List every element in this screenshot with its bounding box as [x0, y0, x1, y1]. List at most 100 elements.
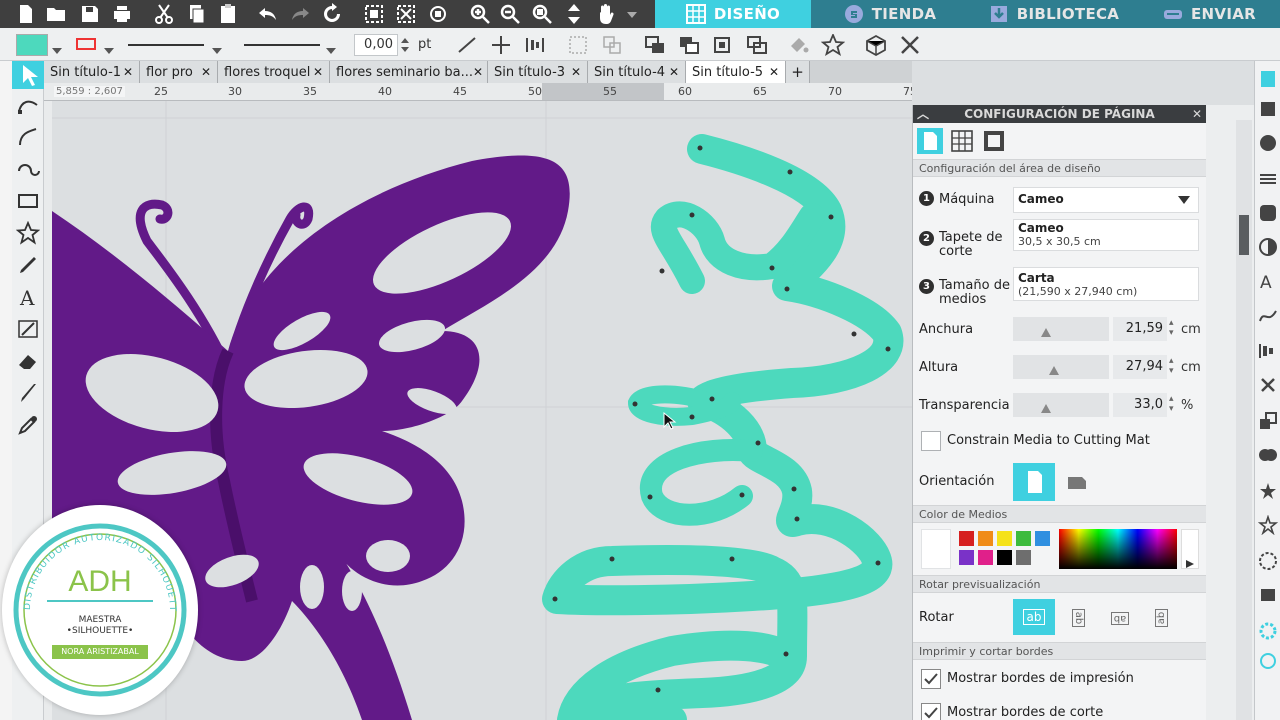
offset-icon[interactable]	[1257, 514, 1279, 536]
open-folder-icon[interactable]	[44, 2, 70, 26]
ungroup-icon[interactable]	[600, 34, 624, 56]
rotate-270-button[interactable]: ab	[1149, 605, 1175, 631]
modify-icon[interactable]	[1258, 481, 1278, 501]
deselect-icon[interactable]	[394, 2, 420, 26]
doc-tab[interactable]: flor pro ✕	[140, 61, 218, 83]
color-swatch[interactable]	[959, 550, 974, 565]
paste-icon[interactable]	[216, 2, 242, 26]
grid-settings-icon[interactable]	[949, 128, 975, 154]
polygon-star-icon[interactable]	[15, 220, 41, 245]
color-spectrum-picker[interactable]	[1059, 529, 1177, 569]
color-palette-icon[interactable]	[1258, 133, 1278, 153]
show-print-borders-checkbox[interactable]	[921, 669, 941, 689]
color-swatch[interactable]	[1035, 531, 1050, 546]
line-width-input[interactable]: 0,00	[354, 34, 398, 56]
doc-tab[interactable]: Sin título-3 ✕	[488, 61, 588, 83]
line-style-selector[interactable]	[128, 44, 204, 46]
replicate-icon[interactable]	[1258, 411, 1278, 431]
width-slider[interactable]	[1013, 317, 1109, 341]
select-all-icon[interactable]	[362, 2, 388, 26]
media-select[interactable]: Carta (21,590 x 27,940 cm)	[1013, 267, 1199, 301]
bezier-curve-icon[interactable]	[16, 125, 40, 149]
constrain-checkbox[interactable]	[921, 431, 941, 451]
text-path-icon[interactable]	[1258, 305, 1278, 325]
transparency-slider[interactable]	[1013, 393, 1109, 417]
zoom-in-icon[interactable]	[468, 2, 494, 26]
close-tab-icon[interactable]: ✕	[313, 65, 323, 79]
transform-icon[interactable]	[1258, 375, 1278, 395]
send-back-icon[interactable]	[677, 34, 701, 56]
transparency-icon[interactable]	[1258, 237, 1278, 257]
transparency-stepper-icon[interactable]: ▴ ▾	[1169, 394, 1174, 414]
rotate-0-button[interactable]: ab	[1013, 599, 1055, 635]
send-backward-icon[interactable]	[745, 34, 769, 56]
teal-script-text-shape[interactable]	[542, 134, 904, 720]
panel-scrollbar[interactable]	[1236, 120, 1252, 720]
edit-points-tool-icon[interactable]	[16, 95, 40, 119]
line-join-selector[interactable]	[244, 44, 320, 46]
width-input[interactable]: 21,59	[1113, 317, 1167, 341]
curve-tool-icon[interactable]	[16, 157, 40, 181]
scrollbar-thumb[interactable]	[1239, 215, 1249, 255]
align-panel-icon[interactable]	[1258, 341, 1278, 361]
color-swatch[interactable]	[978, 550, 993, 565]
doc-tab[interactable]: Sin título-4 ✕	[588, 61, 686, 83]
cut-scissors-icon[interactable]	[152, 2, 178, 26]
registration-icon[interactable]	[981, 128, 1007, 154]
trace-icon[interactable]	[1258, 551, 1278, 571]
fit-page-icon[interactable]	[562, 2, 588, 26]
print-cut-icon[interactable]	[1258, 585, 1278, 605]
edit-points-icon[interactable]	[426, 2, 452, 26]
color-swatch[interactable]	[959, 531, 974, 546]
paint-bucket-icon[interactable]	[787, 34, 811, 56]
line-style-icon[interactable]	[1258, 169, 1278, 189]
align-icon[interactable]	[523, 34, 547, 56]
page-setup-icon[interactable]	[1258, 69, 1278, 89]
undo-icon[interactable]	[256, 2, 282, 26]
doc-tab-active[interactable]: Sin título-5 ✕	[686, 61, 786, 83]
width-stepper-icon[interactable]: ▴ ▾	[1169, 318, 1174, 338]
height-stepper-icon[interactable]: ▴ ▾	[1169, 356, 1174, 376]
height-slider[interactable]	[1013, 355, 1109, 379]
info-icon[interactable]	[1258, 651, 1278, 671]
line-color-swatch[interactable]	[76, 38, 96, 50]
eraser-icon[interactable]	[16, 349, 40, 373]
line-tool-icon[interactable]	[455, 34, 479, 56]
show-cut-borders-checkbox[interactable]	[921, 703, 941, 720]
text-tool-icon[interactable]: A	[16, 285, 40, 310]
fill-dropdown-icon[interactable]	[52, 40, 62, 54]
line-color-dropdown-icon[interactable]	[104, 40, 114, 54]
mat-select[interactable]: Cameo 30,5 x 30,5 cm	[1013, 219, 1199, 251]
tab-diseno[interactable]: DISEÑO	[655, 0, 811, 28]
group-icon[interactable]	[566, 34, 590, 56]
pan-hand-icon[interactable]	[594, 2, 620, 26]
star-shape-icon[interactable]	[820, 32, 846, 56]
line-width-stepper[interactable]	[400, 36, 410, 54]
new-file-icon[interactable]	[14, 2, 40, 26]
knife-icon[interactable]	[16, 381, 40, 405]
weld-icon[interactable]	[1258, 445, 1278, 465]
3d-box-icon[interactable]	[864, 34, 888, 57]
save-icon[interactable]	[78, 2, 104, 26]
close-tab-icon[interactable]: ✕	[473, 65, 483, 79]
doc-tab[interactable]: flores troquel ✕	[218, 61, 330, 83]
color-swatch[interactable]	[978, 531, 993, 546]
collapse-panel-icon[interactable]: ︿	[917, 105, 929, 123]
move-icon[interactable]	[489, 34, 513, 56]
landscape-button[interactable]	[1063, 469, 1091, 495]
line-style-dropdown-icon[interactable]	[212, 40, 222, 54]
settings-gear-icon[interactable]	[1258, 621, 1278, 641]
delete-x-icon[interactable]	[898, 34, 922, 56]
tab-tienda[interactable]: TIENDA	[811, 0, 969, 28]
close-tab-icon[interactable]: ✕	[201, 65, 211, 79]
bring-forward-icon[interactable]	[711, 34, 735, 56]
add-tab-button[interactable]: +	[786, 61, 810, 83]
color-swatch[interactable]	[997, 550, 1012, 565]
machine-select[interactable]: Cameo	[1013, 187, 1199, 213]
portrait-button[interactable]	[1013, 463, 1055, 501]
close-tab-icon[interactable]: ✕	[669, 65, 679, 79]
close-tab-icon[interactable]: ✕	[571, 65, 581, 79]
zoom-out-icon[interactable]	[498, 2, 524, 26]
close-panel-icon[interactable]: ✕	[1192, 105, 1202, 123]
transparency-input[interactable]: 33,0	[1113, 393, 1167, 417]
